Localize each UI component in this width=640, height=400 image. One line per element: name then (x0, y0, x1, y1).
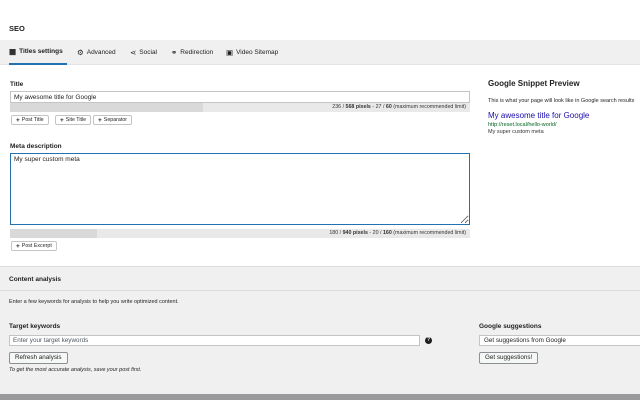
meta-chars: 20 (372, 230, 379, 236)
snippet-meta: My super custom meta (488, 129, 544, 135)
panel-title: SEO (9, 24, 25, 33)
meta-chars-limit: 160 (382, 230, 392, 236)
tab-redirection[interactable]: ⚭ Redirection (171, 40, 213, 65)
plus-icon: + (16, 242, 20, 250)
get-suggestions-button[interactable]: Get suggestions! (479, 352, 539, 364)
help-icon[interactable]: ? (425, 337, 432, 344)
link-icon: ⚭ (171, 47, 178, 57)
target-keywords-input[interactable] (9, 335, 420, 346)
meta-pixels-limit: 940 pixels (342, 230, 368, 236)
title-input[interactable] (10, 91, 470, 103)
tab-titles-settings[interactable]: ▦ Titles settings (9, 40, 67, 65)
content-analysis-header[interactable]: Content analysis (0, 266, 640, 291)
plus-icon: + (16, 116, 20, 124)
title-chars: 27 (375, 104, 382, 110)
plus-icon: + (98, 116, 102, 124)
button-label: Post Title (21, 117, 44, 123)
title-label: Title (10, 81, 24, 88)
video-icon: ▣ (226, 47, 234, 57)
title-chars-limit: 60 (385, 104, 392, 110)
tab-label: Redirection (180, 49, 214, 56)
meta-progress-bar (10, 229, 98, 238)
title-progress-bar (10, 103, 204, 112)
meta-counter: 180 / 940 pixels - 20 / 160 (maximum rec… (10, 229, 470, 238)
save-post-note: To get the most accurate analysis, save … (9, 367, 142, 373)
seo-panel-header: SEO (0, 0, 640, 40)
tab-label: Titles settings (19, 48, 63, 55)
add-site-title-button[interactable]: + Site Title (55, 115, 92, 125)
button-label: Site Title (65, 117, 87, 123)
content-analysis-body: Enter a few keywords for analysis to hel… (0, 291, 640, 400)
button-label: Separator (103, 117, 128, 123)
snippet-preview-title: Google Snippet Preview (488, 79, 580, 88)
meta-description-label: Meta description (10, 143, 62, 150)
meta-description-textarea[interactable]: My super custom meta (10, 153, 470, 225)
content-analysis-title: Content analysis (9, 276, 62, 283)
tab-bar: ▦ Titles settings ⚙ Advanced ⋖ Social ⚭ … (0, 40, 640, 65)
snippet-link-title: My awesome title for Google (488, 111, 590, 120)
tab-label: Video Sitemap (236, 49, 279, 56)
bottom-bar (0, 394, 640, 400)
meta-limit-note: (maximum recommended limit) (393, 230, 466, 236)
snippet-preview-description: This is what your page will look like in… (488, 98, 635, 104)
meta-pixels: 180 (329, 230, 339, 236)
refresh-analysis-button[interactable]: Refresh analysis (9, 352, 68, 364)
tab-social[interactable]: ⋖ Social (130, 40, 157, 65)
add-separator-button[interactable]: + Separator (93, 115, 133, 125)
title-counter: 236 / 568 pixels - 27 / 60 (maximum reco… (10, 103, 470, 112)
target-keywords-label: Target keywords (9, 323, 61, 330)
add-post-title-button[interactable]: + Post Title (11, 115, 49, 125)
tab-video-sitemap[interactable]: ▣ Video Sitemap (226, 40, 278, 65)
content-analysis-intro: Enter a few keywords for analysis to hel… (9, 299, 179, 305)
google-suggestions-label: Google suggestions (479, 323, 542, 330)
tab-label: Advanced (86, 49, 116, 56)
google-suggestions-select[interactable]: Get suggestions from Google (479, 335, 640, 346)
title-pixels: 236 (332, 104, 342, 110)
share-icon: ⋖ (130, 47, 137, 57)
add-post-excerpt-button[interactable]: + Post Excerpt (11, 241, 57, 251)
button-label: Post Excerpt (21, 243, 52, 249)
title-limit-note: (maximum recommended limit) (393, 104, 466, 110)
gear-icon: ⚙ (77, 47, 84, 57)
tab-advanced[interactable]: ⚙ Advanced (77, 40, 116, 65)
table-icon: ▦ (9, 46, 17, 56)
plus-icon: + (60, 116, 64, 124)
title-pixels-limit: 568 pixels (345, 104, 371, 110)
titles-settings-panel: Title 236 / 568 pixels - 27 / 60 (maximu… (0, 65, 640, 266)
snippet-url: http://reset.local/hello-world/ (488, 122, 557, 128)
tab-label: Social (139, 49, 158, 56)
